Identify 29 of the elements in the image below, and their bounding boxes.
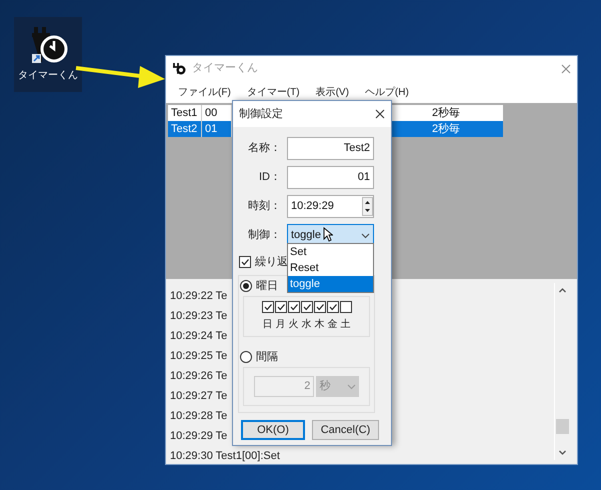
radio-label: 曜日 xyxy=(256,278,278,294)
log-line: 10:29:22 Te xyxy=(170,289,228,304)
grid-cell-text: 2秒毎 xyxy=(430,106,462,121)
log-line: 10:29:28 Te xyxy=(170,409,228,424)
grid-cell: Test2 xyxy=(168,121,202,137)
log-line: 10:29:30 Test1[00]:Set xyxy=(170,449,280,464)
grid-cell-text: 2秒毎 xyxy=(430,122,462,137)
dialog-title: 制御設定 xyxy=(239,106,283,122)
day-label: 月 xyxy=(274,318,286,332)
desktop-icon-label: タイマーくん xyxy=(18,69,78,83)
log-line: 10:29:24 Te xyxy=(170,329,228,344)
day-label: 土 xyxy=(340,318,352,332)
field-label: ID： xyxy=(258,170,282,186)
window-title: タイマーくん xyxy=(192,61,258,76)
day-label: 火 xyxy=(288,318,300,332)
day-label: 木 xyxy=(314,318,326,332)
log-line: 10:29:23 Te xyxy=(170,309,228,324)
radio-label: 間隔 xyxy=(256,350,278,365)
field-label: 制御： xyxy=(247,228,282,244)
day-label: 金 xyxy=(326,318,338,332)
log-line: 10:29:29 Te xyxy=(170,429,228,444)
field-label: 時刻： xyxy=(247,198,282,214)
log-line: 10:29:27 Te xyxy=(170,389,228,404)
checkbox-label: 繰り返 xyxy=(255,254,288,270)
field-label: 名称： xyxy=(247,141,282,156)
log-line: 10:29:25 Te xyxy=(170,349,228,364)
day-label: 日 xyxy=(262,318,274,332)
day-label: 水 xyxy=(300,318,312,332)
log-line: 10:29:26 Te xyxy=(170,369,228,384)
